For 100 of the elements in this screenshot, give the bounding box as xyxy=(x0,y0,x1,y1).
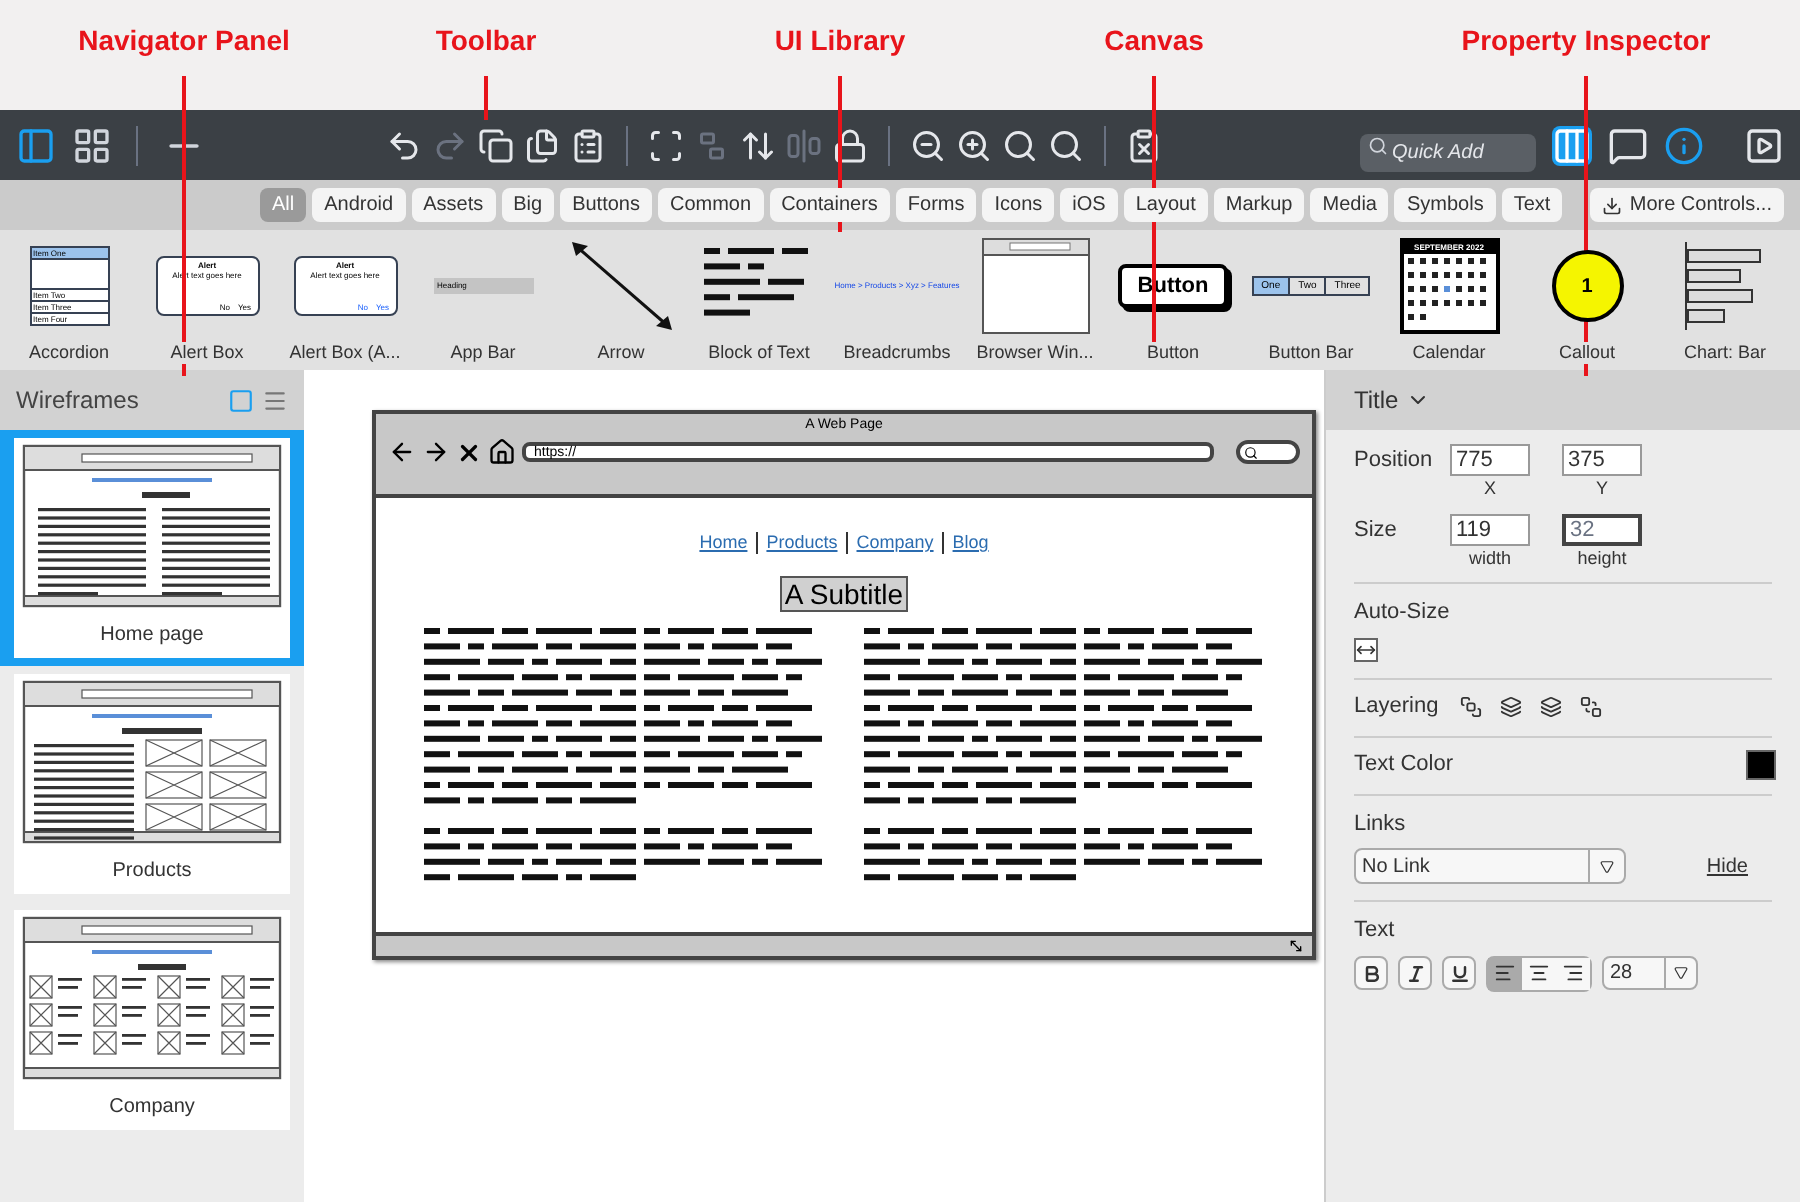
filter-tab[interactable]: Layout xyxy=(1123,188,1208,222)
library-item-label: Alert Box (A... xyxy=(289,342,401,364)
property-label: Links xyxy=(1354,809,1408,839)
single-view-icon[interactable] xyxy=(16,125,56,165)
resize-icon[interactable] xyxy=(739,127,775,163)
frame-icon[interactable] xyxy=(647,127,683,163)
bold-icon xyxy=(1361,963,1381,983)
more-controls-button[interactable]: More Controls... xyxy=(1589,188,1784,222)
nav-link[interactable]: Company xyxy=(856,530,934,557)
annotation-label: UI Library xyxy=(772,22,908,60)
forward-icon xyxy=(422,438,450,466)
nav-link[interactable]: Blog xyxy=(952,530,989,557)
annotation-label: Property Inspector xyxy=(1459,22,1713,60)
number-field[interactable]: 775 xyxy=(1450,444,1530,476)
hide-link[interactable]: Hide xyxy=(1706,851,1748,881)
thumbnail-view-icon[interactable] xyxy=(228,387,254,413)
align-right-button[interactable] xyxy=(1556,957,1590,989)
filter-tab[interactable]: Forms xyxy=(895,188,977,222)
filter-tab[interactable]: Media xyxy=(1310,188,1389,222)
inspector-title: Title xyxy=(1354,384,1399,418)
filter-tab[interactable]: Symbols xyxy=(1394,188,1496,222)
library-item-label: Accordion xyxy=(28,342,110,364)
filter-tab[interactable]: iOS xyxy=(1060,188,1118,222)
number-field[interactable]: 375 xyxy=(1562,444,1642,476)
duplicate-icon[interactable] xyxy=(523,127,559,163)
double-arrow-icon xyxy=(567,238,675,334)
library-item-label: Button Bar xyxy=(1268,342,1354,364)
library-item-label: Browser Win... xyxy=(976,342,1094,364)
zoom-icon[interactable] xyxy=(1047,127,1083,163)
filter-tab[interactable]: Containers xyxy=(769,188,890,222)
library-item[interactable]: Block of Text xyxy=(690,230,828,370)
library-item[interactable]: 1 Callout xyxy=(1518,230,1656,370)
annotation-label: Navigator Panel xyxy=(76,22,292,60)
search-icon xyxy=(1368,136,1388,156)
font-size-dropdown[interactable]: 28 xyxy=(1602,956,1698,990)
property-label: Text xyxy=(1354,916,1397,946)
library-item-label: Callout xyxy=(1558,342,1615,364)
undo-icon[interactable] xyxy=(385,127,421,163)
zoom-out-icon[interactable] xyxy=(909,127,945,163)
zoom-in-icon[interactable] xyxy=(955,127,991,163)
list-view-icon[interactable] xyxy=(262,387,288,413)
library-item-label: Breadcrumbs xyxy=(843,342,951,364)
close-icon xyxy=(456,439,482,465)
align-left-button[interactable] xyxy=(1488,957,1522,989)
clipboard-icon[interactable] xyxy=(569,127,605,163)
filter-tab[interactable]: Big xyxy=(501,188,555,222)
field-caption: width xyxy=(1468,546,1511,570)
number-field[interactable]: 32 xyxy=(1562,514,1642,546)
search-icon xyxy=(1244,445,1258,459)
library-item[interactable]: Browser Win... xyxy=(966,230,1104,370)
info-icon[interactable] xyxy=(1664,125,1704,165)
home-icon xyxy=(488,438,516,466)
bring-to-front-icon[interactable] xyxy=(1460,696,1483,718)
align-left-icon xyxy=(1494,962,1516,984)
filter-tab[interactable]: Icons xyxy=(982,188,1055,222)
page-name: Home page xyxy=(100,622,204,650)
number-field[interactable]: 119 xyxy=(1450,514,1530,546)
panel-title: Wireframes xyxy=(16,384,141,418)
library-item-label: Block of Text xyxy=(708,342,810,364)
filter-tab[interactable]: Android xyxy=(312,188,406,222)
comment-icon[interactable] xyxy=(1608,125,1648,165)
play-icon[interactable] xyxy=(1744,125,1784,165)
page-name: Products xyxy=(112,858,192,886)
annotation-label: Toolbar xyxy=(433,22,539,60)
grid-view-icon[interactable] xyxy=(72,125,112,165)
nav-link[interactable]: Home xyxy=(699,530,748,557)
underline-icon xyxy=(1449,963,1469,983)
library-item-label: Arrow xyxy=(597,342,645,364)
align-right-icon xyxy=(1562,962,1584,984)
resize-handle-icon[interactable] xyxy=(1288,938,1304,954)
clipboard-x-icon[interactable] xyxy=(1125,127,1161,163)
filter-tab[interactable]: Assets xyxy=(411,188,496,222)
send-to-back-icon[interactable] xyxy=(1580,696,1603,718)
color-swatch[interactable] xyxy=(1746,750,1776,780)
link-dropdown[interactable]: No Link xyxy=(1354,848,1626,884)
filter-tab[interactable]: Text xyxy=(1501,188,1563,222)
copy-icon[interactable] xyxy=(477,127,513,163)
quick-add-field[interactable]: Quick Add xyxy=(1360,134,1536,172)
bold-button[interactable] xyxy=(1354,956,1388,990)
auto-size-icon[interactable] xyxy=(1354,637,1378,661)
annotation-label: Canvas xyxy=(1102,22,1206,60)
library-item[interactable]: Arrow xyxy=(552,230,690,370)
download-icon xyxy=(1601,195,1622,215)
italic-button[interactable] xyxy=(1398,956,1432,990)
filter-tab[interactable]: Buttons xyxy=(560,188,652,222)
filter-tab[interactable]: Common xyxy=(657,188,764,222)
leader-line xyxy=(484,76,488,120)
library-item[interactable]: Chart: Bar xyxy=(1656,230,1794,370)
align-center-button[interactable] xyxy=(1522,957,1556,989)
page-subtitle[interactable]: A Subtitle xyxy=(780,575,908,611)
library-item-label: Calendar xyxy=(1412,342,1486,364)
callout-preview: 1 xyxy=(1551,250,1623,322)
dropdown-caret-icon xyxy=(1674,966,1688,980)
zoom-icon[interactable] xyxy=(1001,127,1037,163)
field-caption: height xyxy=(1577,546,1627,570)
underline-button[interactable] xyxy=(1442,956,1476,990)
filter-tab[interactable]: Markup xyxy=(1213,188,1305,222)
lock-icon[interactable] xyxy=(831,127,867,163)
page-item[interactable]: Home page xyxy=(0,430,304,666)
nav-link[interactable]: Products xyxy=(766,530,838,557)
